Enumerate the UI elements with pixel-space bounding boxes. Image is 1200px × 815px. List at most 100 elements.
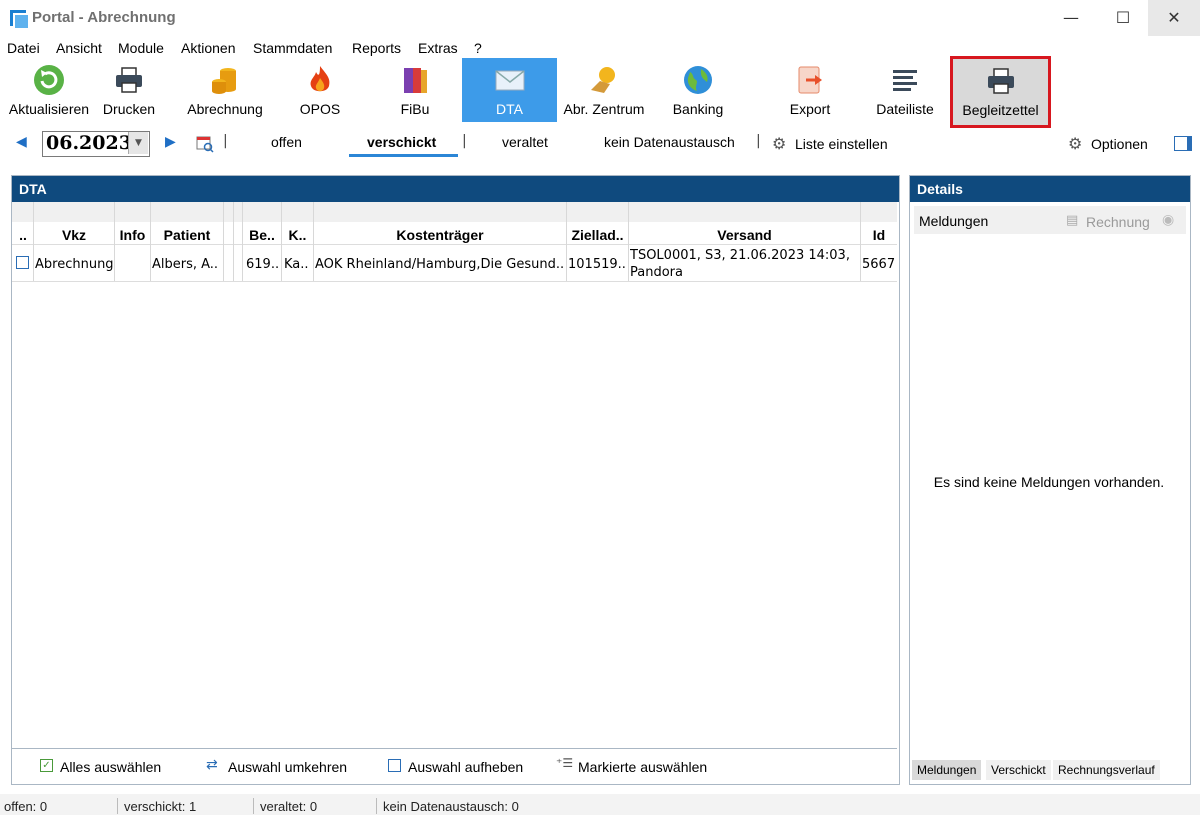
printer-icon bbox=[116, 67, 142, 93]
banking-button[interactable]: Banking bbox=[664, 58, 732, 122]
gear-icon[interactable]: ⚙ bbox=[1068, 134, 1082, 153]
row-checkbox[interactable] bbox=[16, 256, 29, 269]
details-panel-title: Details bbox=[910, 176, 1190, 202]
envelope-icon bbox=[495, 70, 524, 91]
refresh-icon bbox=[34, 65, 64, 95]
column-header-info[interactable]: Info bbox=[115, 227, 150, 243]
swap-arrows-icon[interactable]: ⇄ bbox=[206, 757, 218, 773]
begleitzettel-button[interactable]: Begleitzettel bbox=[950, 56, 1051, 128]
dateiliste-button[interactable]: Dateiliste bbox=[866, 58, 944, 122]
tab-rechnungsverlauf[interactable]: Rechnungsverlauf bbox=[1053, 760, 1160, 780]
active-tab-indicator bbox=[349, 154, 458, 157]
printer-icon bbox=[987, 68, 1014, 94]
banking-label: Banking bbox=[672, 101, 724, 117]
dta-button[interactable]: DTA bbox=[462, 58, 557, 122]
cell-id: 5667 bbox=[862, 257, 896, 272]
tab-verschickt-details[interactable]: Verschickt bbox=[986, 760, 1051, 780]
tab-meldungen[interactable]: Meldungen bbox=[912, 760, 982, 780]
minimize-button[interactable]: — bbox=[1045, 0, 1097, 36]
dta-panel-title: DTA bbox=[12, 176, 899, 202]
menu-ansicht[interactable]: Ansicht bbox=[56, 40, 102, 56]
close-button[interactable]: ✕ bbox=[1148, 0, 1200, 36]
opos-label: OPOS bbox=[299, 101, 341, 117]
menu-reports[interactable]: Reports bbox=[352, 40, 401, 56]
alles-auswaehlen-button[interactable]: Alles auswählen bbox=[60, 759, 161, 775]
period-value: 06.2023 bbox=[46, 132, 132, 154]
abr-zentrum-button[interactable]: Abr. Zentrum bbox=[558, 58, 650, 122]
column-header-versand[interactable]: Versand bbox=[629, 227, 860, 243]
empty-message: Es sind keine Meldungen vorhanden. bbox=[933, 474, 1165, 490]
abrechnung-button[interactable]: Abrechnung bbox=[180, 58, 270, 122]
column-header-select[interactable]: .. bbox=[14, 227, 32, 243]
marked-list-icon[interactable]: ⁺☰ bbox=[556, 756, 573, 770]
cell-ziel: 101519.. bbox=[568, 257, 626, 272]
opos-button[interactable]: OPOS bbox=[290, 58, 350, 122]
window-title: Portal - Abrechnung bbox=[32, 9, 176, 26]
hand-coin-icon bbox=[591, 67, 615, 93]
rechnung-button[interactable]: Rechnung bbox=[1086, 214, 1150, 230]
eye-icon[interactable]: ◉ bbox=[1162, 212, 1174, 228]
coins-icon bbox=[212, 68, 236, 94]
panel-toggle-icon[interactable] bbox=[1174, 136, 1192, 151]
meldungen-label: Meldungen bbox=[919, 213, 989, 229]
tab-kein-datenaustausch[interactable]: kein Datenaustausch bbox=[604, 134, 735, 150]
globe-icon bbox=[684, 66, 712, 94]
export-button[interactable]: Export bbox=[776, 58, 844, 122]
maximize-button[interactable]: ☐ bbox=[1097, 0, 1149, 36]
tab-verschickt[interactable]: verschickt bbox=[367, 134, 436, 150]
status-kein-datenaustausch: kein Datenaustausch: 0 bbox=[383, 799, 519, 814]
auswahl-aufheben-button[interactable]: Auswahl aufheben bbox=[408, 759, 523, 775]
column-header-id[interactable]: Id bbox=[861, 227, 897, 243]
export-label: Export bbox=[789, 101, 831, 117]
menu-extras[interactable]: Extras bbox=[418, 40, 458, 56]
export-icon bbox=[798, 66, 822, 94]
prev-period-arrow-icon[interactable]: ◀ bbox=[16, 134, 27, 150]
aktualisieren-label: Aktualisieren bbox=[8, 101, 90, 117]
menu-datei[interactable]: Datei bbox=[7, 40, 40, 56]
column-header-patient[interactable]: Patient bbox=[151, 227, 223, 243]
menu-help[interactable]: ? bbox=[474, 40, 482, 56]
markierte-auswaehlen-button[interactable]: Markierte auswählen bbox=[578, 759, 707, 775]
menu-bar bbox=[0, 38, 1200, 58]
column-header-vkz[interactable]: Vkz bbox=[34, 227, 114, 243]
chevron-down-icon[interactable]: ▼ bbox=[128, 132, 148, 154]
separator: | bbox=[462, 133, 467, 149]
dateiliste-label: Dateiliste bbox=[876, 101, 934, 117]
liste-einstellen-button[interactable]: Liste einstellen bbox=[795, 136, 888, 152]
fibu-button[interactable]: FiBu bbox=[385, 58, 445, 122]
gear-icon[interactable]: ⚙ bbox=[772, 134, 786, 153]
aktualisieren-button[interactable]: Aktualisieren bbox=[5, 58, 93, 122]
cell-versand-line2: Pandora bbox=[630, 265, 683, 280]
separator: | bbox=[756, 133, 761, 149]
dta-label: DTA bbox=[496, 101, 523, 117]
next-period-arrow-icon[interactable]: ▶ bbox=[165, 134, 176, 150]
status-veraltet: veraltet: 0 bbox=[260, 799, 318, 814]
drucken-button[interactable]: Drucken bbox=[96, 58, 162, 122]
filter-bar bbox=[0, 126, 1200, 162]
optionen-button[interactable]: Optionen bbox=[1091, 136, 1148, 152]
fibu-label: FiBu bbox=[400, 101, 430, 117]
tab-offen[interactable]: offen bbox=[271, 134, 302, 150]
calendar-search-icon[interactable] bbox=[196, 135, 214, 153]
table-group-header bbox=[12, 202, 897, 222]
cell-versand-line1: TSOL0001, S3, 21.06.2023 14:03, bbox=[630, 248, 850, 263]
cell-kostentraeger: AOK Rheinland/Hamburg,Die Gesund.. bbox=[315, 257, 565, 272]
menu-aktionen[interactable]: Aktionen bbox=[181, 40, 235, 56]
tab-veraltet[interactable]: veraltet bbox=[502, 134, 548, 150]
checkbox-empty-icon[interactable] bbox=[388, 759, 401, 772]
column-header-ziel[interactable]: Ziellad.. bbox=[567, 227, 628, 243]
divider bbox=[12, 748, 897, 749]
menu-stammdaten[interactable]: Stammdaten bbox=[253, 40, 332, 56]
column-header-be[interactable]: Be.. bbox=[243, 227, 281, 243]
cell-k: Ka.. bbox=[284, 257, 309, 272]
app-icon bbox=[10, 10, 28, 28]
cell-vkz: Abrechnung bbox=[35, 257, 113, 272]
auswahl-umkehren-button[interactable]: Auswahl umkehren bbox=[228, 759, 347, 775]
column-header-k[interactable]: K.. bbox=[282, 227, 313, 243]
document-icon[interactable]: ▤ bbox=[1066, 213, 1078, 228]
checkbox-checked-icon[interactable]: ✓ bbox=[40, 759, 53, 772]
menu-module[interactable]: Module bbox=[118, 40, 164, 56]
cell-patient: Albers, A.. bbox=[152, 257, 219, 272]
begleitzettel-label: Begleitzettel bbox=[962, 102, 1039, 118]
column-header-kostentraeger[interactable]: Kostenträger bbox=[314, 227, 566, 243]
